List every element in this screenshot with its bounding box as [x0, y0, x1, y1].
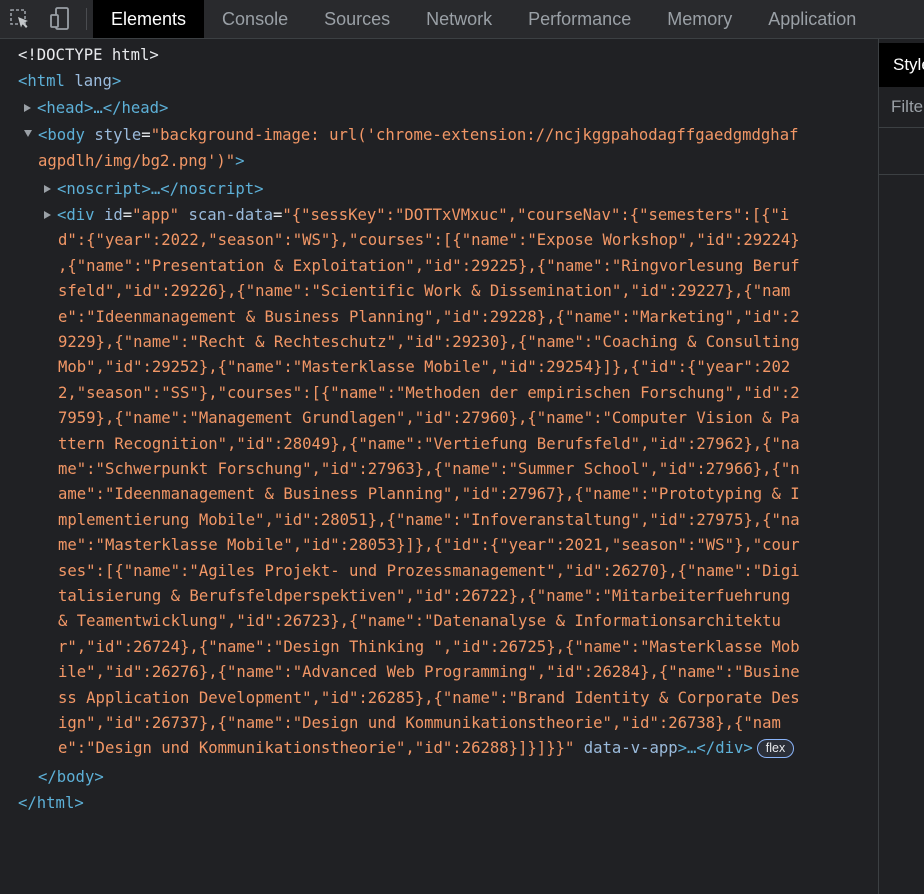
tab-application[interactable]: Application — [750, 0, 874, 38]
tab-memory[interactable]: Memory — [649, 0, 750, 38]
scan-data-line: d":{"year":2022,"season":"WS"},"courses"… — [58, 228, 800, 253]
noscript-tag: <noscript>…</noscript> — [57, 180, 264, 198]
scan-data-line: e":"Design und Kommunikationstheorie","i… — [58, 736, 795, 761]
body-style-attr: style — [84, 126, 142, 144]
body-style-value: "background-image: url('chrome-extension… — [150, 126, 799, 144]
scan-data-value-line: "{"sessKey":"DOTTxVMxuc","courseNav":{"s… — [282, 206, 790, 224]
div-tag: <div — [57, 206, 95, 224]
scan-data-value-line: ign","id":26737},{"name":"Design und Kom… — [58, 714, 781, 732]
scan-data-line: me":"Schwerpunkt Forschung","id":27963},… — [58, 457, 800, 482]
div-data-v-app-attr: data-v-app — [574, 739, 678, 758]
head-tag: <head>…</head> — [37, 99, 169, 117]
div-id-value: "app" — [132, 206, 180, 224]
scan-data-value-line: mplementierung Mobile","id":28051},{"nam… — [58, 510, 800, 529]
scan-data-value-line: d":{"year":2022,"season":"WS"},"courses"… — [58, 231, 800, 250]
scan-data-value-line: 2,"season":"SS"},"courses":[{"name":"Met… — [58, 383, 800, 402]
scan-data-line: ile","id":26276},{"name":"Advanced Web P… — [58, 660, 800, 685]
scan-data-line: ss Application Development","id":26285},… — [58, 686, 800, 711]
expand-triangle-icon[interactable] — [24, 103, 31, 112]
scan-data-line: ign","id":26737},{"name":"Design und Kom… — [58, 711, 781, 736]
scan-data-value-line: & Teamentwicklung","id":26723},{"name":"… — [58, 612, 781, 631]
html-tag-close: > — [111, 72, 122, 90]
scan-data-value-line: me":"Masterklasse Mobile","id":28053}]},… — [58, 536, 800, 555]
styles-tab[interactable]: Styles — [879, 43, 924, 87]
styles-toolbar-row — [879, 128, 924, 175]
doctype-text: <!DOCTYPE html> — [18, 46, 159, 64]
scan-data-value-line: ses":[{"name":"Agiles Projekt- und Proze… — [58, 561, 800, 580]
scan-data-line: ,{"name":"Presentation & Exploitation","… — [58, 254, 800, 279]
dom-node-body[interactable]: <body style="background-image: url('chro… — [24, 123, 798, 148]
elements-dom-tree: <!DOCTYPE html> <html lang> <head>…</hea… — [0, 39, 878, 894]
body-style-value-cont: agpdlh/img/bg2.png')" — [38, 152, 236, 170]
dom-node-html-close[interactable]: </html> — [18, 791, 84, 816]
div-scan-data-attr: scan-data — [179, 206, 273, 224]
scan-data-value-line: r","id":26724},{"name":"Design Thinking … — [58, 637, 800, 656]
dom-node-noscript[interactable]: <noscript>…</noscript> — [44, 177, 264, 202]
scan-data-line: Mob","id":29252},{"name":"Masterklasse M… — [58, 355, 790, 380]
div-close-tag: >…</div> — [677, 739, 753, 758]
body-close-tag: </body> — [38, 768, 104, 786]
scan-data-line: sfeld","id":29226},{"name":"Scientific W… — [58, 279, 790, 304]
scan-data-value-line: e":"Design und Kommunikationstheorie","i… — [58, 739, 575, 758]
tab-network[interactable]: Network — [408, 0, 510, 38]
devtools-toolbar: Elements Console Sources Network Performance… — [0, 0, 924, 39]
expand-triangle-icon[interactable] — [44, 210, 51, 219]
dom-node-body-cont: agpdlh/img/bg2.png')"> — [38, 149, 245, 174]
styles-pane: Styles Filter — [878, 39, 924, 894]
scan-data-line: r","id":26724},{"name":"Design Thinking … — [58, 635, 800, 660]
inspect-icon[interactable] — [0, 0, 40, 38]
dom-node-div-app[interactable]: <div id="app" scan-data="{"sessKey":"DOT… — [44, 203, 789, 228]
html-lang-attr: lang — [64, 72, 112, 90]
tab-sources[interactable]: Sources — [306, 0, 408, 38]
styles-filter-input[interactable]: Filter — [879, 87, 924, 128]
scan-data-value-line: e":"Ideenmanagement & Business Planning"… — [58, 307, 800, 326]
expand-triangle-icon[interactable] — [44, 184, 51, 193]
dom-node-html[interactable]: <html lang> — [18, 69, 121, 94]
div-id-attr: id — [94, 206, 123, 224]
scan-data-line: talisierung & Berufsfeldperspektiven","i… — [58, 584, 790, 609]
scan-data-value-line: ,{"name":"Presentation & Exploitation","… — [58, 256, 800, 275]
dom-node-body-close[interactable]: </body> — [38, 765, 104, 790]
scan-data-value-line: me":"Schwerpunkt Forschung","id":27963},… — [58, 460, 800, 478]
scan-data-line: & Teamentwicklung","id":26723},{"name":"… — [58, 609, 781, 634]
dom-node-head[interactable]: <head>…</head> — [24, 96, 168, 121]
tab-performance[interactable]: Performance — [510, 0, 649, 38]
scan-data-line: e":"Ideenmanagement & Business Planning"… — [58, 305, 800, 330]
scan-data-line: 9229},{"name":"Recht & Rechteschutz","id… — [58, 330, 800, 355]
html-close-tag: </html> — [18, 794, 84, 812]
scan-data-line: me":"Masterklasse Mobile","id":28053}]},… — [58, 533, 800, 558]
scan-data-value-line: talisierung & Berufsfeldperspektiven","i… — [58, 587, 791, 605]
scan-data-value-line: 9229},{"name":"Recht & Rechteschutz","id… — [58, 333, 800, 351]
scan-data-line: 7959},{"name":"Management Grundlagen","i… — [58, 406, 800, 431]
scan-data-value-line: Mob","id":29252},{"name":"Masterklasse M… — [58, 358, 791, 377]
scan-data-value-line: sfeld","id":29226},{"name":"Scientific W… — [58, 282, 791, 301]
scan-data-line: ttern Recognition","id":28049},{"name":"… — [58, 432, 800, 457]
device-toggle-icon[interactable] — [40, 0, 80, 38]
toolbar-separator — [86, 8, 87, 30]
dom-node-doctype[interactable]: <!DOCTYPE html> — [18, 43, 159, 68]
body-tag-close: > — [235, 152, 245, 170]
scan-data-line: mplementierung Mobile","id":28051},{"nam… — [58, 508, 800, 533]
scan-data-line: ame":"Ideenmanagement & Business Plannin… — [58, 482, 800, 507]
tab-console[interactable]: Console — [204, 0, 306, 38]
scan-data-value-line: ame":"Ideenmanagement & Business Plannin… — [58, 485, 800, 504]
scan-data-value-line: ile","id":26276},{"name":"Advanced Web P… — [58, 663, 800, 682]
scan-data-value-line: 7959},{"name":"Management Grundlagen","i… — [58, 409, 800, 428]
collapse-triangle-icon[interactable] — [24, 130, 32, 137]
flex-badge[interactable]: flex — [756, 739, 795, 759]
html-tag: <html — [18, 72, 65, 90]
panel-tabs: Elements Console Sources Network Performance… — [93, 0, 874, 38]
body-tag: <body — [38, 126, 85, 144]
scan-data-value-line: ttern Recognition","id":28049},{"name":"… — [58, 434, 800, 453]
scan-data-value-line: ss Application Development","id":26285},… — [58, 688, 800, 707]
scan-data-line: 2,"season":"SS"},"courses":[{"name":"Met… — [58, 381, 800, 406]
tab-elements[interactable]: Elements — [93, 0, 205, 38]
scan-data-line: ses":[{"name":"Agiles Projekt- und Proze… — [58, 559, 800, 584]
